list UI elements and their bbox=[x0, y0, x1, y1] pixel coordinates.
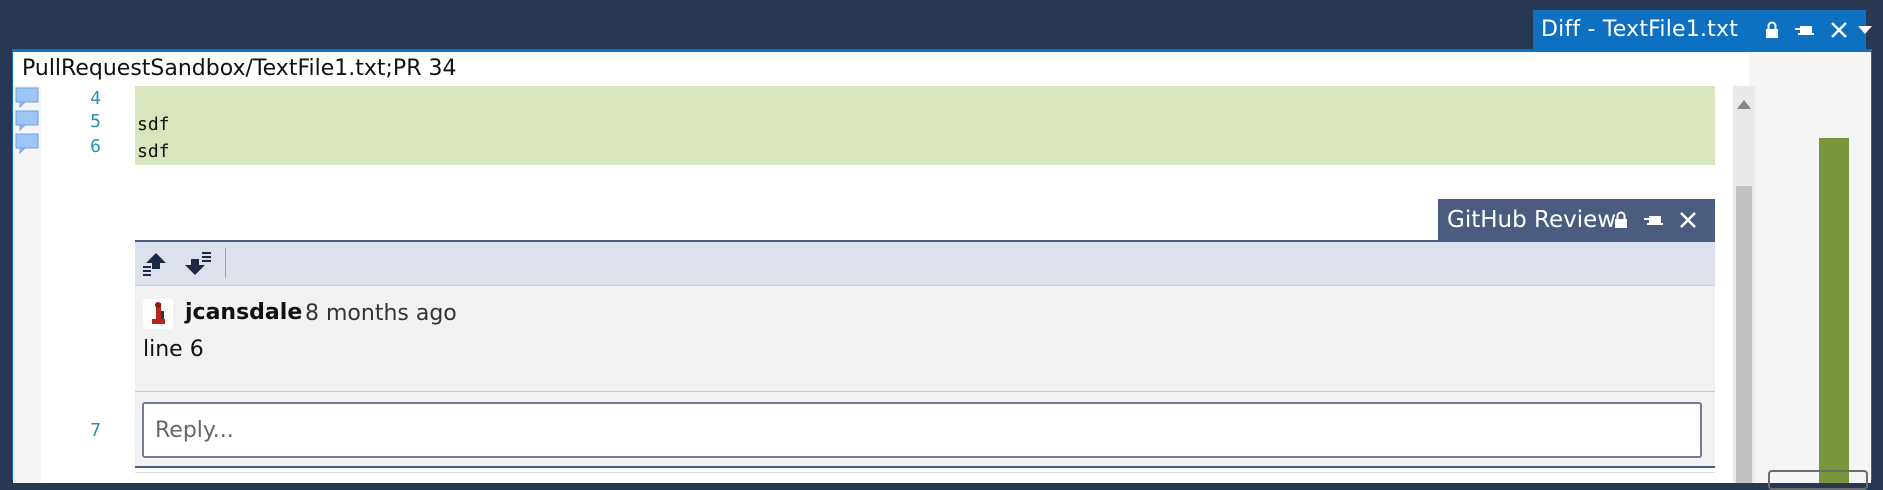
diff-overview-margin[interactable] bbox=[1755, 86, 1871, 490]
code-line[interactable]: sdf bbox=[137, 141, 170, 162]
comment-timestamp[interactable]: 8 months ago bbox=[305, 301, 457, 326]
next-comment-icon[interactable] bbox=[183, 250, 213, 278]
comment-glyph-icon[interactable] bbox=[15, 86, 39, 109]
line-separator bbox=[135, 472, 1715, 473]
avatar[interactable] bbox=[143, 299, 173, 329]
document-tab[interactable]: Diff - TextFile1.txt bbox=[1533, 10, 1866, 49]
pin-icon[interactable] bbox=[1793, 18, 1817, 42]
vertical-scrollbar[interactable] bbox=[1733, 86, 1755, 483]
diff-document-window: PullRequestSandbox/TextFile1.txt;PR 34 4… bbox=[12, 49, 1872, 490]
comment-glyph-icon[interactable] bbox=[15, 109, 39, 132]
lock-icon[interactable] bbox=[1760, 18, 1784, 42]
toolbar-separator bbox=[225, 248, 226, 278]
github-review-tab[interactable]: GitHub Review bbox=[1438, 199, 1715, 240]
added-lines-marker bbox=[1819, 138, 1849, 483]
close-icon[interactable] bbox=[1827, 18, 1851, 42]
lock-icon[interactable] bbox=[1609, 208, 1633, 232]
window-menu-button[interactable] bbox=[1850, 14, 1880, 44]
scroll-up-icon[interactable] bbox=[1736, 96, 1752, 110]
diff-editor[interactable]: 4 5 6 sdf sdf GitHub Review jcansdale 8 … bbox=[13, 86, 1733, 483]
github-review-panel: jcansdale 8 months ago line 6 bbox=[135, 240, 1715, 468]
code-line[interactable]: sdf bbox=[137, 114, 170, 135]
file-path-bar: PullRequestSandbox/TextFile1.txt;PR 34 bbox=[13, 52, 1749, 86]
added-lines-highlight bbox=[135, 86, 1715, 165]
document-tab-title: Diff - TextFile1.txt bbox=[1541, 17, 1739, 42]
previous-comment-icon[interactable] bbox=[141, 250, 171, 278]
line-number: 4 bbox=[90, 88, 101, 109]
github-review-title: GitHub Review bbox=[1447, 206, 1617, 233]
pin-icon[interactable] bbox=[1642, 208, 1666, 232]
reply-input[interactable] bbox=[142, 402, 1702, 458]
comment-author[interactable]: jcansdale bbox=[185, 300, 302, 325]
review-toolbar bbox=[135, 242, 1715, 286]
divider bbox=[135, 391, 1715, 392]
comment-glyph-icon[interactable] bbox=[15, 132, 39, 155]
chevron-down-icon bbox=[1857, 20, 1873, 39]
line-number: 7 bbox=[90, 420, 101, 441]
line-number: 5 bbox=[90, 111, 101, 132]
close-icon[interactable] bbox=[1676, 208, 1700, 232]
overview-viewport-indicator[interactable] bbox=[1768, 470, 1868, 490]
scrollbar-thumb[interactable] bbox=[1736, 186, 1752, 483]
glyph-margin bbox=[13, 86, 41, 483]
comment-body: line 6 bbox=[143, 337, 204, 362]
line-number: 6 bbox=[90, 136, 101, 157]
